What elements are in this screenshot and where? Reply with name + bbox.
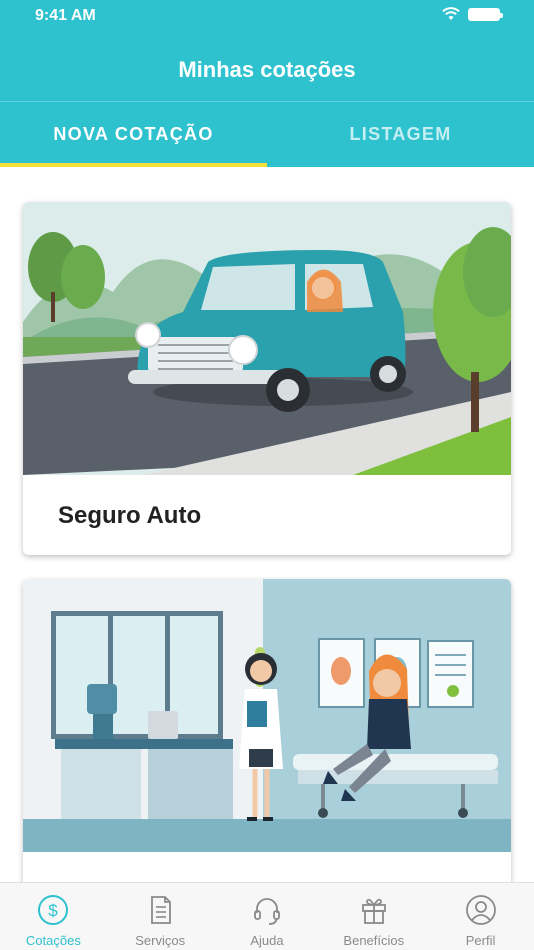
gift-icon [361,898,386,924]
headset-icon [254,898,280,925]
nav-label: Serviços [135,933,186,948]
nav-label: Benefícios [343,933,405,948]
quote-list[interactable]: Seguro Auto [0,167,534,882]
document-icon [151,896,172,924]
status-icons [442,7,503,21]
nav-label: Cotações [25,933,81,948]
nav-item-perfil[interactable]: Perfil [431,883,531,950]
wifi-icon [442,7,460,20]
tab-nova-cotacao[interactable]: NOVA COTAÇÃO [0,102,267,167]
clinic-illustration [23,579,511,852]
nav-label: Perfil [465,933,496,948]
app-header: 9:41 AM Minhas cotações NOVA COTAÇÃO LIS… [0,0,534,167]
nav-item-beneficios[interactable]: Benefícios [324,883,424,950]
nav-item-cotacoes[interactable]: $ Cotações [3,883,103,950]
svg-text:$: $ [49,901,59,920]
status-bar: 9:41 AM [0,0,534,34]
tab-listagem[interactable]: LISTAGEM [267,102,534,167]
page-title: Minhas cotações [178,57,356,82]
car-illustration [23,202,511,475]
tab-label: NOVA COTAÇÃO [53,124,214,144]
nav-item-servicos[interactable]: Serviços [110,883,210,950]
tab-bar: NOVA COTAÇÃO LISTAGEM [0,102,534,167]
nav-item-ajuda[interactable]: Ajuda [217,883,317,950]
bottom-nav: $ Cotações Serviços Ajuda Benefícios Per… [0,882,534,950]
tab-label: LISTAGEM [349,124,452,144]
battery-icon [468,7,503,21]
card-label: Seguro Auto [58,502,202,529]
user-icon [465,895,496,925]
nav-label: Ajuda [250,933,284,948]
dollar-icon: $ [38,895,69,925]
status-time: 9:41 AM [35,7,96,24]
card-seguro-saude[interactable] [23,579,511,882]
card-seguro-auto[interactable]: Seguro Auto [23,202,511,555]
